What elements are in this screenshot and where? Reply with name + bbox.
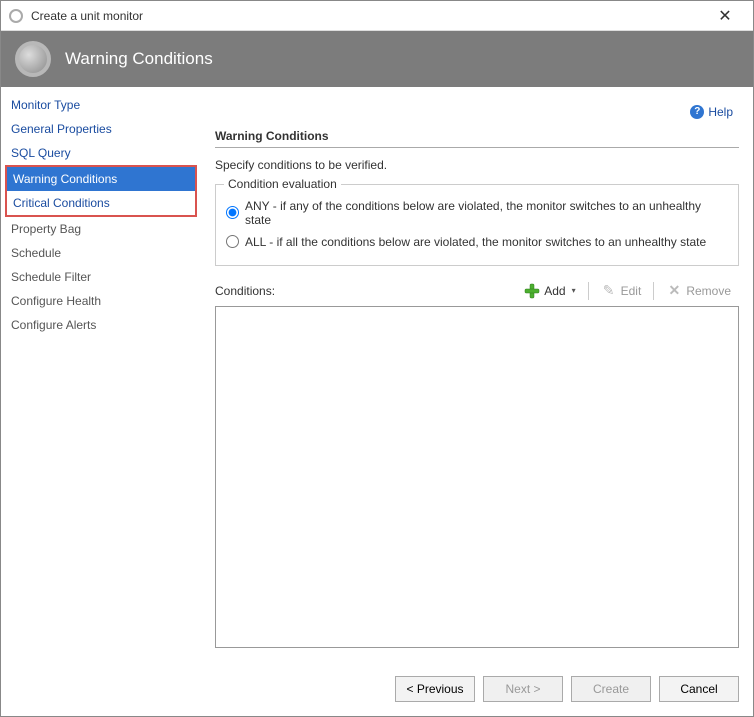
nav-property-bag: Property Bag	[1, 217, 201, 241]
main-panel: ? Help Warning Conditions Specify condit…	[201, 87, 753, 662]
add-dropdown-caret: ▾	[572, 286, 576, 295]
conditions-label: Conditions:	[215, 284, 516, 298]
previous-button[interactable]: < Previous	[395, 676, 475, 702]
add-icon	[524, 283, 540, 299]
nav-configure-health: Configure Health	[1, 289, 201, 313]
banner-icon	[15, 41, 51, 77]
remove-label: Remove	[686, 284, 731, 298]
remove-icon: ✕	[666, 283, 682, 299]
toolbar-separator	[588, 282, 589, 300]
close-button[interactable]: ✕	[705, 2, 745, 30]
remove-button: ✕ Remove	[658, 280, 739, 302]
section-heading: Warning Conditions	[215, 129, 739, 148]
nav-schedule: Schedule	[1, 241, 201, 265]
cancel-button[interactable]: Cancel	[659, 676, 739, 702]
conditions-listbox[interactable]	[215, 306, 739, 649]
nav-monitor-type[interactable]: Monitor Type	[1, 93, 201, 117]
edit-button: ✎ Edit	[593, 280, 650, 302]
highlighted-steps: Warning Conditions Critical Conditions	[5, 165, 197, 217]
banner-title: Warning Conditions	[65, 49, 213, 69]
nav-warning-conditions[interactable]: Warning Conditions	[7, 167, 195, 191]
help-icon: ?	[690, 105, 704, 119]
nav-critical-conditions[interactable]: Critical Conditions	[7, 191, 195, 215]
help-link[interactable]: ? Help	[690, 105, 733, 119]
titlebar: Create a unit monitor ✕	[1, 1, 753, 31]
app-icon	[9, 9, 23, 23]
add-button[interactable]: Add ▾	[516, 280, 583, 302]
radio-all-label[interactable]: ALL - if all the conditions below are vi…	[245, 235, 706, 249]
create-button: Create	[571, 676, 651, 702]
next-button: Next >	[483, 676, 563, 702]
toolbar-separator-2	[653, 282, 654, 300]
header-banner: Warning Conditions	[1, 31, 753, 87]
wizard-window: Create a unit monitor ✕ Warning Conditio…	[0, 0, 754, 717]
edit-label: Edit	[621, 284, 642, 298]
help-label: Help	[708, 105, 733, 119]
window-title: Create a unit monitor	[31, 9, 705, 23]
radio-all[interactable]	[226, 235, 239, 248]
condition-evaluation-group: Condition evaluation ANY - if any of the…	[215, 184, 739, 266]
nav-general-properties[interactable]: General Properties	[1, 117, 201, 141]
wizard-footer: < Previous Next > Create Cancel	[1, 662, 753, 716]
conditions-toolbar: Conditions: Add ▾ ✎	[215, 280, 739, 302]
nav-sql-query[interactable]: SQL Query	[1, 141, 201, 165]
section-subtext: Specify conditions to be verified.	[215, 158, 739, 172]
nav-configure-alerts: Configure Alerts	[1, 313, 201, 337]
nav-schedule-filter: Schedule Filter	[1, 265, 201, 289]
group-legend: Condition evaluation	[224, 177, 341, 191]
wizard-sidebar: Monitor Type General Properties SQL Quer…	[1, 87, 201, 662]
radio-any[interactable]	[226, 206, 239, 219]
edit-icon: ✎	[601, 283, 617, 299]
radio-any-label[interactable]: ANY - if any of the conditions below are…	[245, 199, 728, 227]
add-label: Add	[544, 284, 565, 298]
